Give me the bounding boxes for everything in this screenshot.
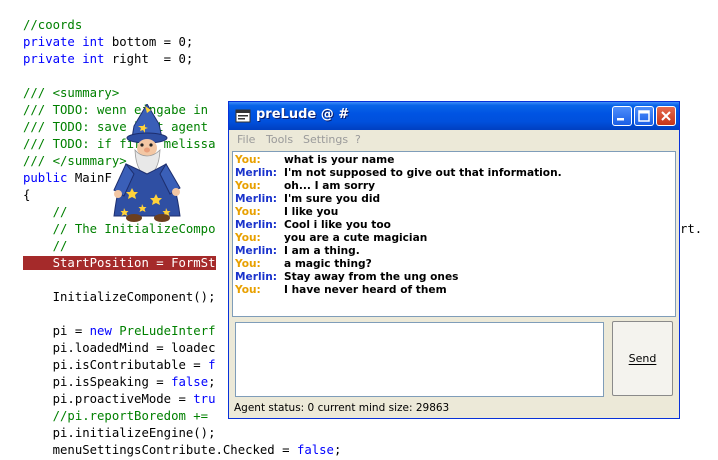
code-line: //coords — [23, 17, 82, 34]
code-line: menuSettingsContribute.Checked = false; — [23, 442, 342, 459]
menu-tools[interactable]: Tools — [266, 133, 293, 146]
message-input[interactable] — [235, 322, 604, 397]
chat-text: I'm sure you did — [284, 193, 381, 205]
chat-log[interactable]: You: what is your name Merlin: I'm not supp… — [232, 151, 676, 317]
send-button[interactable]: Send — [612, 321, 673, 396]
code-token: { — [23, 188, 31, 202]
close-icon — [661, 111, 671, 121]
minimize-button[interactable] — [612, 106, 632, 126]
chat-speaker: You: — [235, 232, 261, 244]
chat-speaker: You: — [235, 284, 261, 296]
chat-text: a magic thing? — [284, 258, 372, 270]
code-line: pi.proactiveMode = tru — [23, 391, 216, 408]
window-title: preLude @ # — [256, 107, 350, 122]
app-icon — [235, 109, 251, 123]
code-token: // — [23, 239, 68, 253]
code-token: //coords — [23, 18, 83, 32]
code-token: pi.isContributable = — [23, 358, 209, 372]
code-token: new — [89, 324, 112, 338]
code-token: pi.initializeEngine(); — [23, 426, 216, 440]
menu-file[interactable]: File — [237, 133, 255, 146]
chat-text: I'm not supposed to give out that inform… — [284, 167, 562, 179]
send-button-label: Send — [628, 352, 657, 365]
code-token: /// <summary> — [23, 86, 120, 100]
chat-speaker: You: — [235, 154, 261, 166]
menu-settings[interactable]: Settings — [303, 133, 348, 146]
code-line: pi = new PreLudeInterf — [23, 323, 216, 340]
code-token: pi.isSpeaking = — [23, 375, 172, 389]
code-token: InitializeComponent(); — [23, 290, 216, 304]
maximize-button[interactable] — [634, 106, 654, 126]
chat-text: what is your name — [284, 154, 395, 166]
code-token: private int — [23, 52, 105, 66]
chat-speaker: Merlin: — [235, 167, 277, 179]
title-bar[interactable]: preLude @ # — [229, 102, 679, 130]
chat-speaker: You: — [235, 258, 261, 270]
code-line: pi.loadedMind = loadec — [23, 340, 216, 357]
code-token: public — [23, 171, 68, 185]
chat-speaker: Merlin: — [235, 193, 277, 205]
code-token: pi = — [23, 324, 90, 338]
maximize-icon — [638, 110, 650, 122]
prelude-window[interactable]: preLude @ # File Tools Settings ? You: wh… — [228, 101, 680, 419]
code-token: private int — [23, 35, 105, 49]
code-token: menuSettingsContribute.Checked = — [23, 443, 297, 457]
code-fragment-right: rt. — [680, 222, 703, 236]
code-line: StartPosition = FormSt — [23, 255, 216, 272]
close-button[interactable] — [656, 106, 676, 126]
code-token: bottom = 0; — [104, 35, 194, 49]
minimize-icon — [617, 118, 624, 121]
code-token: ; — [333, 443, 342, 457]
chat-speaker: You: — [235, 206, 261, 218]
code-token: f — [208, 358, 216, 372]
code-line: /// <summary> — [23, 85, 119, 102]
menu-help[interactable]: ? — [355, 133, 361, 146]
chat-text: you are a cute magician — [284, 232, 428, 244]
code-token: false — [296, 443, 334, 457]
code-line: private int bottom = 0; — [23, 34, 193, 51]
chat-speaker: Merlin: — [235, 271, 277, 283]
code-line: pi.isContributable = f — [23, 357, 216, 374]
chat-text: Stay away from the ung ones — [284, 271, 459, 283]
code-line: // — [23, 238, 68, 255]
code-line: { — [23, 187, 30, 204]
code-token: PreLudeInterf — [119, 324, 216, 338]
chat-speaker: Merlin: — [235, 219, 277, 231]
chat-speaker: Merlin: — [235, 245, 277, 257]
code-token: //pi.reportBoredom += — [23, 409, 209, 423]
menu-bar: File Tools Settings ? — [229, 130, 679, 149]
code-token: tru — [193, 392, 216, 406]
code-line: public MainF — [23, 170, 112, 187]
code-line: //pi.reportBoredom += — [23, 408, 208, 425]
code-token: right = 0; — [104, 52, 194, 66]
code-line: pi.initializeEngine(); — [23, 425, 216, 442]
code-line: InitializeComponent(); — [23, 289, 216, 306]
code-token: ; — [208, 375, 216, 389]
chat-text: I am a thing. — [284, 245, 360, 257]
merlin-wizard-image — [113, 104, 181, 222]
code-token: pi.loadedMind = loadec — [23, 341, 216, 355]
chat-text: Cool i like you too — [284, 219, 391, 231]
status-bar: Agent status: 0 current mind size: 29863 — [234, 402, 450, 414]
code-token: false — [171, 375, 209, 389]
chat-text: I have never heard of them — [284, 284, 447, 296]
code-line: pi.isSpeaking = false; — [23, 374, 216, 391]
code-token: pi.proactiveMode = — [23, 392, 194, 406]
chat-text: oh... I am sorry — [284, 180, 376, 192]
code-token: StartPosition = FormSt — [23, 256, 216, 270]
code-token: // — [23, 205, 68, 219]
code-line: // — [23, 204, 68, 221]
code-line: private int right = 0; — [23, 51, 193, 68]
chat-speaker: You: — [235, 180, 261, 192]
chat-text: I like you — [284, 206, 339, 218]
